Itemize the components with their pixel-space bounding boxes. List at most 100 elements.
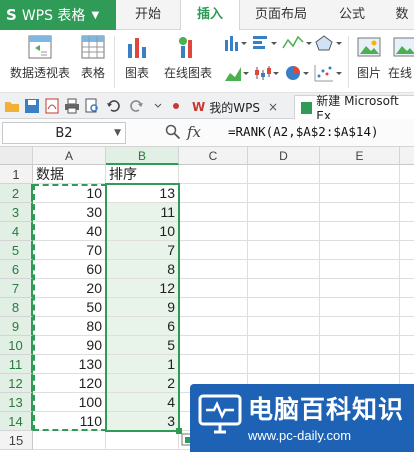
table-cell[interactable] xyxy=(179,317,248,336)
row-header-9[interactable]: 9 xyxy=(0,317,33,336)
table-cell[interactable] xyxy=(179,165,248,184)
row-header-2[interactable]: 2 xyxy=(0,184,33,203)
column-header-c[interactable]: C xyxy=(179,147,248,165)
column-header-e[interactable]: E xyxy=(320,147,400,165)
table-cell[interactable] xyxy=(179,355,248,374)
row-header-1[interactable]: 1 xyxy=(0,165,33,184)
table-cell[interactable] xyxy=(320,279,400,298)
select-all-corner[interactable] xyxy=(0,147,33,165)
table-cell[interactable] xyxy=(400,241,414,260)
online-chart-button[interactable]: 在线图表 xyxy=(158,34,218,81)
picture-button[interactable]: 图片 xyxy=(354,34,384,81)
area-chart-dropdown-icon[interactable] xyxy=(224,64,250,82)
header-cell-a[interactable]: 数据 xyxy=(33,165,106,184)
table-cell[interactable] xyxy=(179,279,248,298)
row-header-8[interactable]: 8 xyxy=(0,298,33,317)
row-header-12[interactable]: 12 xyxy=(0,374,33,393)
table-cell[interactable] xyxy=(400,317,414,336)
data-cell-a[interactable]: 10 xyxy=(33,184,106,203)
data-cell-a[interactable]: 130 xyxy=(33,355,106,374)
table-cell[interactable] xyxy=(248,165,320,184)
table-cell[interactable] xyxy=(179,203,248,222)
table-cell[interactable] xyxy=(248,260,320,279)
row-header-10[interactable]: 10 xyxy=(0,336,33,355)
data-cell-a[interactable]: 90 xyxy=(33,336,106,355)
scatter-chart-dropdown-icon[interactable] xyxy=(314,64,342,82)
table-cell[interactable] xyxy=(248,241,320,260)
rank-cell-b[interactable]: 2 xyxy=(106,374,179,393)
table-cell[interactable] xyxy=(400,336,414,355)
print-icon[interactable] xyxy=(64,98,80,114)
table-cell[interactable] xyxy=(106,431,179,450)
table-cell[interactable] xyxy=(400,355,414,374)
close-icon[interactable]: × xyxy=(268,100,278,114)
table-cell[interactable] xyxy=(320,165,400,184)
row-header-15[interactable]: 15 xyxy=(0,431,33,450)
data-cell-a[interactable]: 120 xyxy=(33,374,106,393)
table-cell[interactable] xyxy=(320,203,400,222)
table-cell[interactable] xyxy=(320,355,400,374)
row-header-6[interactable]: 6 xyxy=(0,260,33,279)
data-cell-a[interactable]: 60 xyxy=(33,260,106,279)
table-cell[interactable] xyxy=(248,298,320,317)
table-cell[interactable] xyxy=(400,298,414,317)
rank-cell-b[interactable]: 13 xyxy=(106,184,179,203)
table-cell[interactable] xyxy=(179,298,248,317)
column-header-overflow[interactable] xyxy=(400,147,414,165)
table-cell[interactable] xyxy=(179,222,248,241)
export-pdf-icon[interactable] xyxy=(44,98,60,114)
table-cell[interactable] xyxy=(320,241,400,260)
table-cell[interactable] xyxy=(179,260,248,279)
column-header-b[interactable]: B xyxy=(106,147,179,165)
row-header-14[interactable]: 14 xyxy=(0,412,33,431)
table-cell[interactable] xyxy=(320,260,400,279)
more-chevron-icon[interactable] xyxy=(150,98,166,114)
row-header-13[interactable]: 13 xyxy=(0,393,33,412)
data-cell-a[interactable]: 110 xyxy=(33,412,106,431)
data-cell-a[interactable]: 30 xyxy=(33,203,106,222)
redo-icon[interactable] xyxy=(128,98,144,114)
radar-chart-dropdown-icon[interactable] xyxy=(314,34,342,52)
table-cell[interactable] xyxy=(400,165,414,184)
row-header-3[interactable]: 3 xyxy=(0,203,33,222)
tab-page-layout[interactable]: 页面布局 xyxy=(240,0,322,30)
app-menu-button[interactable]: S WPS 表格 ▼ xyxy=(0,0,116,30)
rank-cell-b[interactable]: 1 xyxy=(106,355,179,374)
rank-cell-b[interactable]: 5 xyxy=(106,336,179,355)
data-cell-a[interactable]: 100 xyxy=(33,393,106,412)
header-cell-b[interactable]: 排序 xyxy=(106,165,179,184)
table-cell[interactable] xyxy=(248,317,320,336)
name-box[interactable]: B2 ▼ xyxy=(2,122,126,144)
doc-tab-my-wps[interactable]: W 我的WPS × xyxy=(186,95,284,119)
line-chart-dropdown-icon[interactable] xyxy=(282,34,312,52)
table-cell[interactable] xyxy=(248,355,320,374)
chart-button[interactable]: 图表 xyxy=(122,34,152,81)
row-header-11[interactable]: 11 xyxy=(0,355,33,374)
table-cell[interactable] xyxy=(248,336,320,355)
tab-formulas[interactable]: 公式 xyxy=(322,0,382,30)
table-cell[interactable] xyxy=(248,279,320,298)
rank-cell-b[interactable]: 3 xyxy=(106,412,179,431)
pin-icon[interactable] xyxy=(168,98,184,114)
pie-chart-dropdown-icon[interactable] xyxy=(284,64,310,82)
column-header-d[interactable]: D xyxy=(248,147,320,165)
rank-cell-b[interactable]: 6 xyxy=(106,317,179,336)
table-cell[interactable] xyxy=(400,184,414,203)
insert-function-button[interactable]: fx xyxy=(187,123,201,141)
rank-cell-b[interactable]: 8 xyxy=(106,260,179,279)
table-cell[interactable] xyxy=(179,184,248,203)
table-cell[interactable] xyxy=(320,336,400,355)
data-cell-a[interactable]: 40 xyxy=(33,222,106,241)
data-cell-a[interactable]: 50 xyxy=(33,298,106,317)
column-chart-dropdown-icon[interactable] xyxy=(224,34,248,52)
undo-icon[interactable] xyxy=(106,98,122,114)
open-folder-icon[interactable] xyxy=(4,98,20,114)
rank-cell-b[interactable]: 4 xyxy=(106,393,179,412)
chevron-down-icon[interactable]: ▼ xyxy=(114,128,121,138)
rank-cell-b[interactable]: 7 xyxy=(106,241,179,260)
print-preview-icon[interactable] xyxy=(84,98,100,114)
table-cell[interactable] xyxy=(248,203,320,222)
table-cell[interactable] xyxy=(320,298,400,317)
data-cell-a[interactable]: 80 xyxy=(33,317,106,336)
table-cell[interactable] xyxy=(400,222,414,241)
